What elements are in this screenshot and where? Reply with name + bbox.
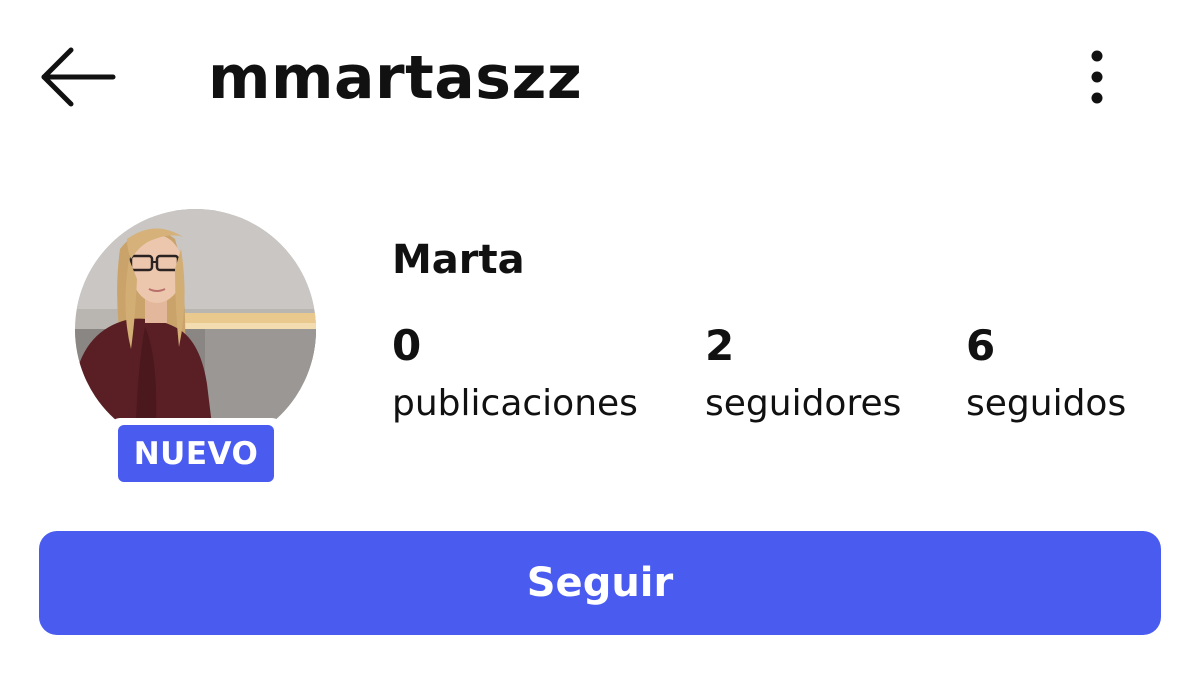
follow-button[interactable]: Seguir — [39, 531, 1161, 635]
stat-following[interactable]: 6 seguidos — [966, 318, 1126, 434]
new-badge-label: NUEVO — [118, 425, 274, 482]
more-vertical-icon — [1091, 50, 1103, 104]
followers-count: 2 — [705, 321, 735, 370]
arrow-left-icon — [41, 47, 116, 107]
profile-username: mmartaszz — [208, 43, 583, 113]
avatar-photo — [75, 209, 316, 450]
posts-label: publicaciones — [392, 383, 638, 424]
avatar[interactable] — [75, 209, 316, 450]
profile-display-name: Marta — [392, 237, 525, 283]
following-label: seguidos — [966, 383, 1127, 424]
back-button[interactable] — [38, 44, 118, 110]
posts-count: 0 — [392, 321, 422, 370]
followers-label: seguidores — [705, 383, 902, 424]
stat-posts[interactable]: 0 publicaciones — [392, 318, 638, 434]
following-count: 6 — [966, 321, 996, 370]
stat-followers[interactable]: 2 seguidores — [705, 318, 901, 434]
more-options-button[interactable] — [1075, 44, 1119, 110]
new-badge: NUEVO — [110, 418, 282, 492]
